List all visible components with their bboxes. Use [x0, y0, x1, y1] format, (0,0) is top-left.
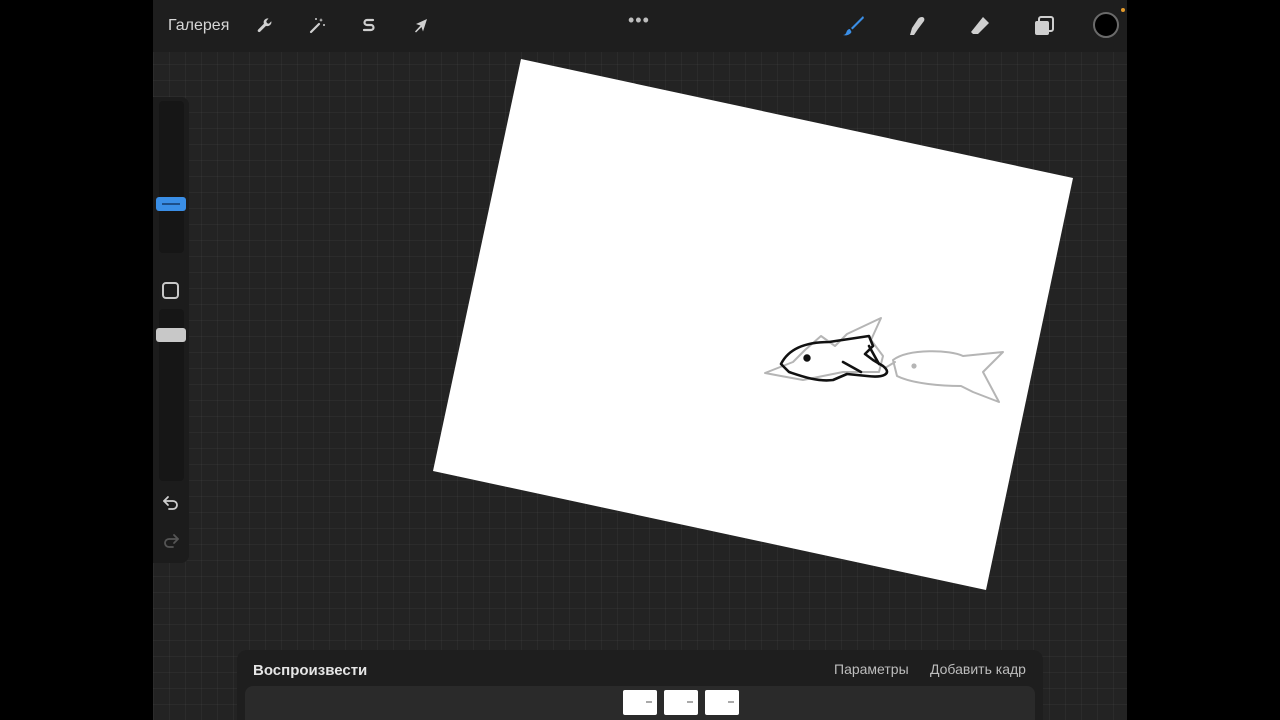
eraser-icon — [971, 17, 989, 34]
procreate-screen: Галерея ••• Воспроизвести Параметры Доба… — [153, 0, 1127, 720]
brush-button[interactable] — [839, 12, 867, 40]
frame-preview-mark — [646, 701, 652, 703]
add-frame-button[interactable]: Добавить кадр — [930, 661, 1026, 677]
play-button[interactable]: Воспроизвести — [253, 662, 367, 679]
undo-icon — [163, 496, 178, 510]
frame-thumbnail[interactable] — [623, 690, 657, 715]
brush-icon — [843, 16, 864, 36]
opacity-knob[interactable] — [156, 328, 186, 342]
layers-icon — [1035, 16, 1054, 35]
color-indicator-dot — [1121, 8, 1125, 12]
selection-button[interactable] — [355, 12, 383, 40]
frame-thumbnail[interactable] — [664, 690, 698, 715]
transform-button[interactable] — [407, 12, 435, 40]
layers-button[interactable] — [1030, 12, 1058, 40]
redo-button[interactable] — [161, 531, 181, 551]
selection-s-icon — [362, 18, 375, 32]
more-options-button[interactable]: ••• — [628, 10, 650, 31]
smudge-button[interactable] — [903, 12, 931, 40]
magic-wand-icon — [309, 18, 325, 34]
undo-button[interactable] — [161, 493, 181, 513]
frame-thumbnail[interactable] — [705, 690, 739, 715]
animation-assist-panel: Воспроизвести Параметры Добавить кадр — [237, 650, 1043, 720]
frame-timeline — [245, 686, 1035, 720]
arrow-cursor-icon — [415, 19, 427, 33]
eraser-button[interactable] — [966, 12, 994, 40]
top-toolbar: Галерея ••• — [153, 0, 1127, 52]
redo-icon — [164, 534, 179, 548]
gallery-button[interactable]: Галерея — [168, 17, 229, 35]
drawing-canvas[interactable] — [433, 59, 1083, 599]
knob-grip — [162, 203, 180, 205]
adjustments-button[interactable] — [303, 12, 331, 40]
left-sidebar — [153, 97, 189, 563]
frame-preview-mark — [728, 701, 734, 703]
canvas-paper — [433, 59, 1073, 590]
color-picker-button[interactable] — [1093, 12, 1119, 38]
smudge-finger-icon — [910, 17, 925, 35]
actions-button[interactable] — [251, 12, 279, 40]
brush-size-knob[interactable] — [156, 197, 186, 211]
modify-square-icon[interactable] — [162, 282, 179, 299]
settings-button[interactable]: Параметры — [834, 661, 909, 677]
frame-preview-mark — [687, 701, 693, 703]
wrench-icon — [257, 18, 272, 33]
brush-size-slider[interactable] — [159, 101, 184, 253]
